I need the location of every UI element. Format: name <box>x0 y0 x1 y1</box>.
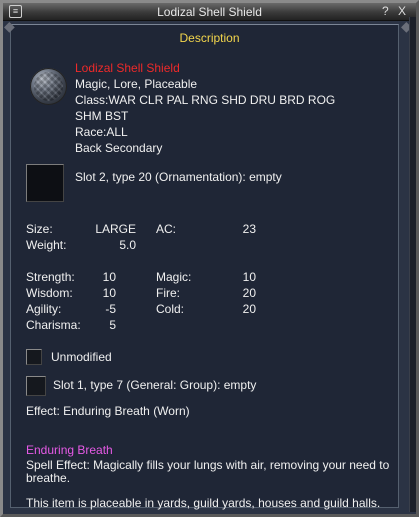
cold-resist-value: 20 <box>242 302 256 316</box>
fire-resist-label: Fire: <box>156 286 180 300</box>
charisma-value: 5 <box>109 318 116 332</box>
weight-value: 5.0 <box>119 238 136 252</box>
spell-effect-line2: breathe. <box>26 471 71 485</box>
cold-resist-label: Cold: <box>156 302 185 316</box>
spell-effect-line1: Spell Effect: Magically fills your lungs… <box>26 458 390 472</box>
item-slot: Back Secondary <box>75 141 163 155</box>
help-button[interactable]: ? <box>382 4 389 18</box>
magic-resist-value: 10 <box>242 270 256 284</box>
spell-name: Enduring Breath <box>26 443 113 457</box>
unmodified-checkbox[interactable] <box>26 349 42 365</box>
shield-icon <box>30 68 67 105</box>
placeable-note: This item is placeable in yards, guild y… <box>26 496 381 510</box>
unmodified-label: Unmodified <box>51 350 112 364</box>
worn-effect: Effect: Enduring Breath (Worn) <box>26 404 190 418</box>
item-name: Lodizal Shell Shield <box>75 61 180 75</box>
weight-label: Weight: <box>26 238 67 252</box>
size-label: Size: <box>26 222 53 236</box>
wisdom-value: 10 <box>102 286 116 300</box>
evolve-slot-label: Slot 1, type 7 (General: Group): empty <box>53 378 257 392</box>
agility-label: Agility: <box>26 302 62 316</box>
ornament-slot-label: Slot 2, type 20 (Ornamentation): empty <box>75 170 282 184</box>
window-title: Lodizal Shell Shield <box>157 5 262 19</box>
evolve-slot[interactable] <box>26 376 46 396</box>
title-bar[interactable]: ≡ Lodizal Shell Shield ? X <box>3 3 416 21</box>
wisdom-label: Wisdom: <box>26 286 73 300</box>
item-race: Race:ALL <box>75 125 128 139</box>
ornament-slot[interactable] <box>26 164 64 202</box>
fire-resist-value: 20 <box>242 286 256 300</box>
ac-value: 23 <box>242 222 256 236</box>
section-description-label: Description <box>179 31 240 45</box>
agility-value: -5 <box>105 302 116 316</box>
item-classes: Class:WAR CLR PAL RNG SHD DRU BRD ROG <box>75 93 336 107</box>
scrollbar[interactable] <box>409 17 416 512</box>
size-value: LARGE <box>95 222 136 236</box>
close-button[interactable]: X <box>398 4 406 18</box>
strength-value: 10 <box>102 270 116 284</box>
magic-resist-label: Magic: <box>156 270 192 284</box>
charisma-label: Charisma: <box>26 318 81 332</box>
item-classes-cont: SHM BST <box>75 109 129 123</box>
item-flags: Magic, Lore, Placeable <box>75 77 198 91</box>
strength-label: Strength: <box>26 270 75 284</box>
ac-label: AC: <box>156 222 177 236</box>
